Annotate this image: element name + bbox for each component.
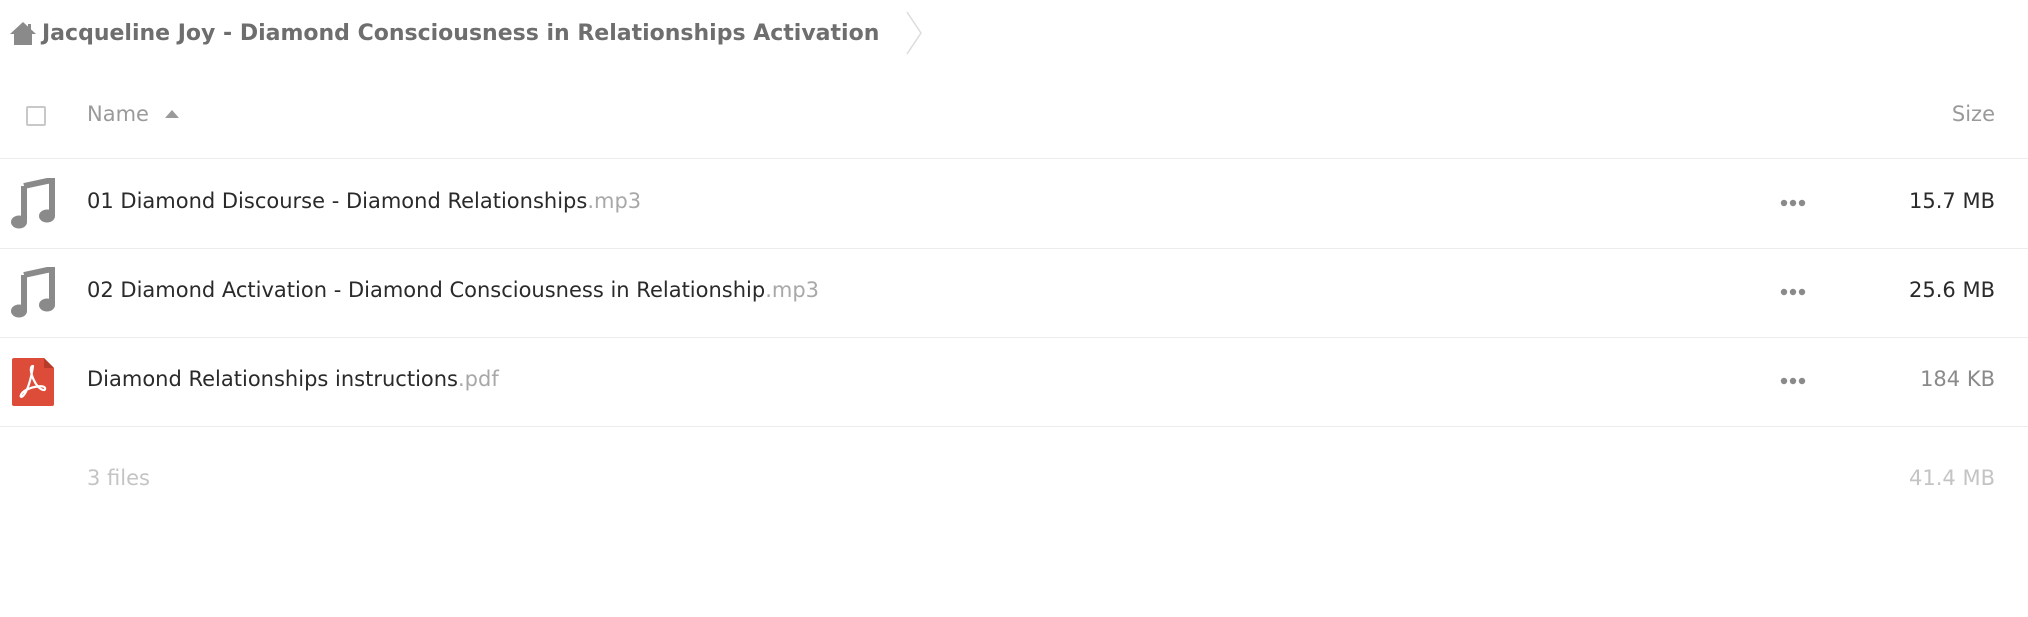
file-list-summary: 3 files 41.4 MB	[0, 462, 2028, 502]
sort-ascending-icon	[164, 110, 179, 118]
file-extension: .mp3	[765, 278, 820, 302]
file-count: 3 files	[87, 466, 150, 490]
home-icon[interactable]	[8, 19, 38, 47]
file-size: 25.6 MB	[1909, 278, 1995, 302]
file-name[interactable]: Diamond Relationships instructions.pdf	[87, 367, 499, 391]
audio-file-icon	[10, 265, 56, 319]
size-column-header[interactable]: Size	[1952, 102, 1995, 126]
more-options-icon	[1780, 377, 1806, 385]
file-extension: .mp3	[587, 189, 642, 213]
file-basename: 01 Diamond Discourse - Diamond Relations…	[87, 189, 588, 213]
audio-file-icon	[10, 176, 56, 230]
file-row[interactable]: 01 Diamond Discourse - Diamond Relations…	[0, 160, 2028, 249]
pdf-file-icon	[10, 356, 56, 408]
more-options-icon	[1780, 199, 1806, 207]
breadcrumb: Jacqueline Joy - Diamond Consciousness i…	[8, 10, 925, 56]
sort-by-name-header[interactable]: Name	[87, 102, 179, 126]
breadcrumb-separator-icon	[906, 11, 923, 55]
file-basename: Diamond Relationships instructions	[87, 367, 458, 391]
file-size: 15.7 MB	[1909, 189, 1995, 213]
more-options-icon	[1780, 288, 1806, 296]
file-name[interactable]: 01 Diamond Discourse - Diamond Relations…	[87, 189, 641, 213]
file-extension: .pdf	[458, 367, 499, 391]
select-all-checkbox[interactable]	[26, 106, 46, 126]
total-size: 41.4 MB	[1909, 466, 1995, 490]
file-actions-button[interactable]	[1778, 188, 1808, 218]
file-name[interactable]: 02 Diamond Activation - Diamond Consciou…	[87, 278, 819, 302]
file-actions-button[interactable]	[1778, 366, 1808, 396]
file-row[interactable]: Diamond Relationships instructions.pdf 1…	[0, 338, 2028, 427]
file-list-header: Name Size	[0, 82, 2028, 159]
file-row[interactable]: 02 Diamond Activation - Diamond Consciou…	[0, 249, 2028, 338]
file-actions-button[interactable]	[1778, 277, 1808, 307]
name-column-label: Name	[87, 102, 149, 126]
file-size: 184 KB	[1920, 367, 1995, 391]
file-basename: 02 Diamond Activation - Diamond Consciou…	[87, 278, 766, 302]
breadcrumb-current-folder[interactable]: Jacqueline Joy - Diamond Consciousness i…	[42, 21, 879, 46]
